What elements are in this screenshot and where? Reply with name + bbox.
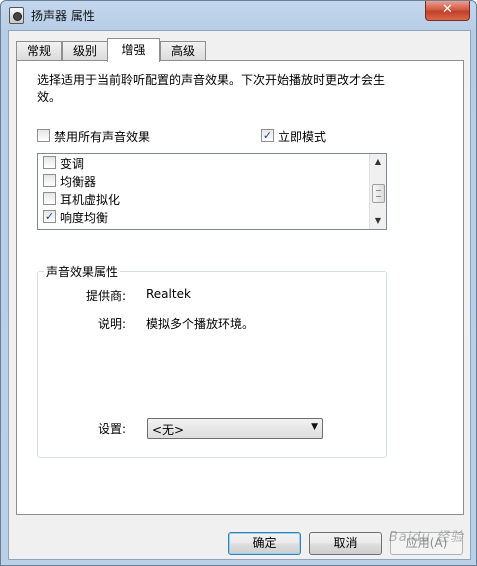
list-scrollbar[interactable]: ▲ ▼	[369, 154, 386, 229]
effect-label: 变调	[60, 157, 85, 171]
tab-levels[interactable]: 级别	[62, 41, 108, 61]
dialog-client: 常规 级别 增强 高级 选择适用于当前聆听配置的声音效果。下次开始播放时更改才会…	[8, 30, 471, 560]
watermark-logo: Baidu 经验	[388, 530, 464, 545]
settings-selected-value: <无>	[152, 423, 185, 437]
settings-dropdown[interactable]: <无> ▼	[147, 418, 323, 439]
scroll-up-icon[interactable]: ▲	[370, 154, 386, 170]
effect-checkbox[interactable]	[43, 156, 56, 169]
settings-label: 设置:	[98, 422, 127, 436]
scroll-down-icon[interactable]: ▼	[370, 213, 386, 229]
disable-all-label[interactable]: 禁用所有声音效果	[54, 128, 150, 145]
effect-checkbox[interactable]: ✓	[43, 210, 56, 223]
group-title: 声音效果属性	[44, 263, 121, 280]
effect-checkbox[interactable]	[43, 192, 56, 205]
effect-label: 响度均衡	[60, 211, 109, 225]
cancel-button[interactable]: 取消	[309, 532, 382, 555]
speaker-icon	[9, 7, 24, 24]
list-item[interactable]: 均衡器	[38, 172, 368, 190]
description-value: 模拟多个播放环境。	[146, 317, 255, 331]
list-item[interactable]: 耳机虚拟化	[38, 190, 368, 208]
effect-properties-group: 声音效果属性 提供商: Realtek 说明: 模拟多个播放环境。 设置: <无…	[37, 263, 387, 458]
list-item[interactable]: 变调	[38, 154, 368, 172]
effect-label: 耳机虚拟化	[60, 193, 121, 207]
window-title: 扬声器 属性	[31, 9, 95, 23]
provider-value: Realtek	[146, 287, 191, 301]
enhancements-panel: 选择适用于当前聆听配置的声音效果。下次开始播放时更改才会生效。 禁用所有声音效果…	[16, 60, 464, 515]
effect-label: 均衡器	[60, 175, 97, 189]
effect-checkbox[interactable]	[43, 174, 56, 187]
scroll-thumb[interactable]	[372, 184, 385, 203]
description-label: 说明:	[98, 317, 127, 331]
provider-label: 提供商:	[86, 289, 127, 303]
disable-all-checkbox[interactable]	[37, 129, 50, 142]
immediate-mode-checkbox[interactable]: ✓	[261, 129, 274, 142]
tab-general[interactable]: 常规	[16, 41, 62, 61]
tab-advanced[interactable]: 高级	[160, 41, 206, 61]
enhancements-description: 选择适用于当前聆听配置的声音效果。下次开始播放时更改才会生效。	[37, 73, 386, 104]
tab-enhancements[interactable]: 增强	[107, 38, 160, 62]
properties-window: 扬声器 属性 ✕ 常规 级别 增强 高级 选择适用于当前聆听配置的声音效果。下次…	[0, 0, 477, 566]
title-bar[interactable]: 扬声器 属性 ✕	[1, 1, 476, 29]
chevron-down-icon: ▼	[311, 422, 318, 432]
list-item[interactable]: ✓ 响度均衡	[38, 208, 368, 226]
ok-button[interactable]: 确定	[228, 532, 301, 555]
effects-list[interactable]: 变调 均衡器 耳机虚拟化 ✓ 响度均衡 ▲ ▼	[37, 153, 387, 230]
close-button[interactable]: ✕	[425, 1, 470, 21]
immediate-mode-label[interactable]: 立即模式	[278, 128, 326, 145]
